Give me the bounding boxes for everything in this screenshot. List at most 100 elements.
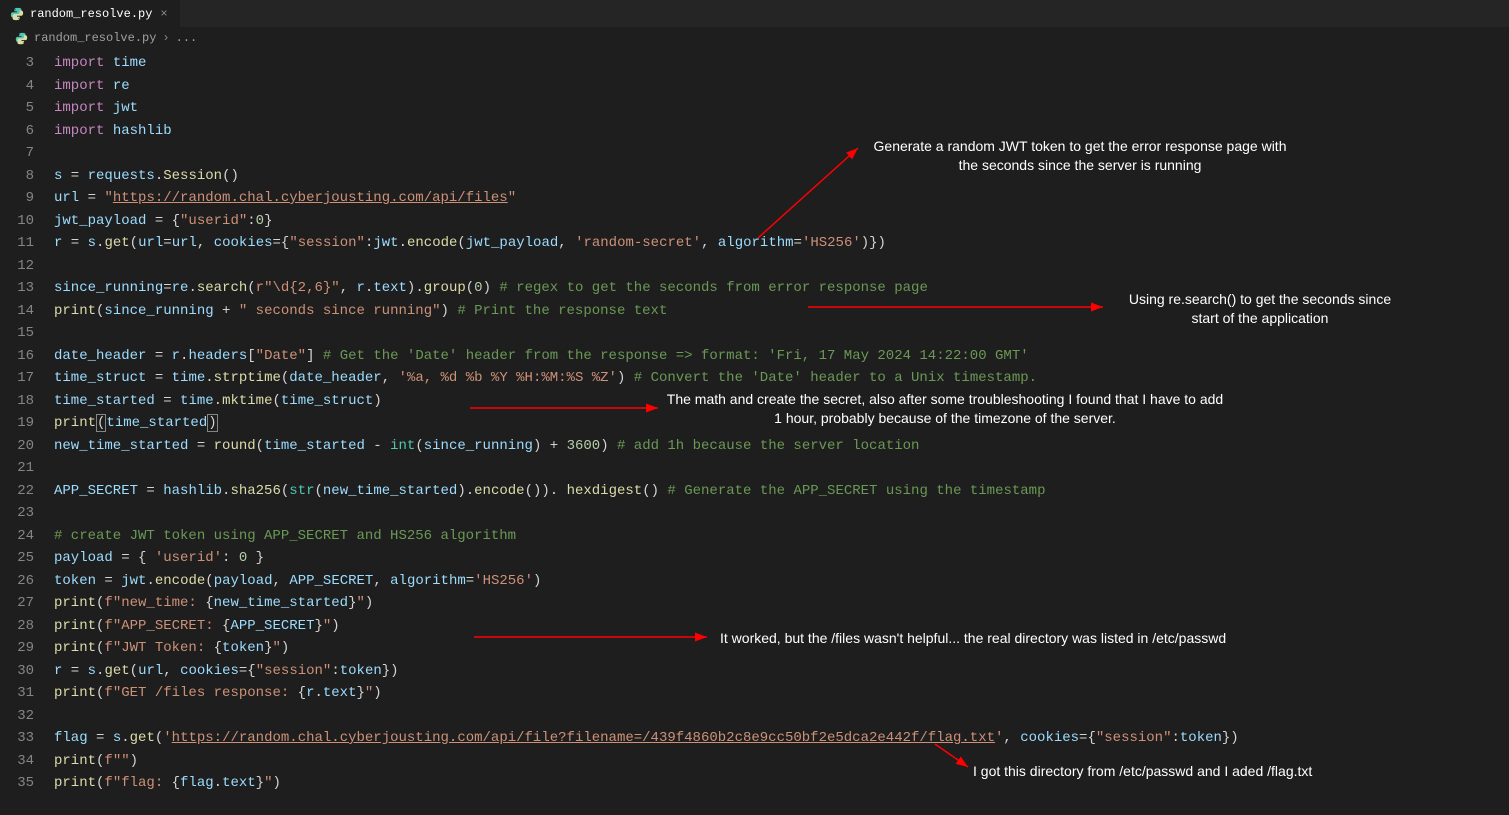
code-line[interactable]: 32	[0, 705, 1509, 728]
code-content[interactable]: # create JWT token using APP_SECRET and …	[54, 525, 1509, 548]
line-number: 5	[0, 97, 54, 120]
code-editor[interactable]: 3import time4import re5import jwt6import…	[0, 48, 1509, 795]
code-content[interactable]: flag = s.get('https://random.chal.cyberj…	[54, 727, 1509, 750]
line-number: 31	[0, 682, 54, 705]
code-content[interactable]: r = s.get(url=url, cookies={"session":jw…	[54, 232, 1509, 255]
line-number: 28	[0, 615, 54, 638]
line-number: 32	[0, 705, 54, 728]
code-line[interactable]: 20new_time_started = round(time_started …	[0, 435, 1509, 458]
code-line[interactable]: 14print(since_running + " seconds since …	[0, 300, 1509, 323]
code-content[interactable]: APP_SECRET = hashlib.sha256(str(new_time…	[54, 480, 1509, 503]
line-number: 17	[0, 367, 54, 390]
python-file-icon	[10, 7, 24, 21]
code-content[interactable]: since_running=re.search(r"\d{2,6}", r.te…	[54, 277, 1509, 300]
code-line[interactable]: 5import jwt	[0, 97, 1509, 120]
code-line[interactable]: 22APP_SECRET = hashlib.sha256(str(new_ti…	[0, 480, 1509, 503]
code-content[interactable]: import jwt	[54, 97, 1509, 120]
code-content[interactable]	[54, 322, 1509, 345]
line-number: 13	[0, 277, 54, 300]
code-content[interactable]: new_time_started = round(time_started - …	[54, 435, 1509, 458]
code-content[interactable]: jwt_payload = {"userid":0}	[54, 210, 1509, 233]
code-content[interactable]: import re	[54, 75, 1509, 98]
line-number: 9	[0, 187, 54, 210]
code-line[interactable]: 18time_started = time.mktime(time_struct…	[0, 390, 1509, 413]
code-line[interactable]: 28print(f"APP_SECRET: {APP_SECRET}")	[0, 615, 1509, 638]
code-content[interactable]: time_struct = time.strptime(date_header,…	[54, 367, 1509, 390]
editor-tab-active[interactable]: random_resolve.py ×	[0, 0, 181, 27]
code-line[interactable]: 17time_struct = time.strptime(date_heade…	[0, 367, 1509, 390]
code-content[interactable]: print(f"GET /files response: {r.text}")	[54, 682, 1509, 705]
code-line[interactable]: 33flag = s.get('https://random.chal.cybe…	[0, 727, 1509, 750]
line-number: 22	[0, 480, 54, 503]
line-number: 19	[0, 412, 54, 435]
code-content[interactable]: print(f"flag: {flag.text}")	[54, 772, 1509, 795]
line-number: 16	[0, 345, 54, 368]
code-content[interactable]	[54, 142, 1509, 165]
code-line[interactable]: 35print(f"flag: {flag.text}")	[0, 772, 1509, 795]
code-line[interactable]: 27print(f"new_time: {new_time_started}")	[0, 592, 1509, 615]
line-number: 15	[0, 322, 54, 345]
code-line[interactable]: 26token = jwt.encode(payload, APP_SECRET…	[0, 570, 1509, 593]
code-line[interactable]: 4import re	[0, 75, 1509, 98]
line-number: 6	[0, 120, 54, 143]
breadcrumb[interactable]: random_resolve.py › ...	[0, 28, 1509, 48]
line-number: 18	[0, 390, 54, 413]
code-content[interactable]	[54, 457, 1509, 480]
code-content[interactable]: print(f"APP_SECRET: {APP_SECRET}")	[54, 615, 1509, 638]
code-content[interactable]: s = requests.Session()	[54, 165, 1509, 188]
code-content[interactable]: token = jwt.encode(payload, APP_SECRET, …	[54, 570, 1509, 593]
code-content[interactable]: date_header = r.headers["Date"] # Get th…	[54, 345, 1509, 368]
code-content[interactable]: print(f"JWT Token: {token}")	[54, 637, 1509, 660]
breadcrumb-current: ...	[176, 31, 198, 45]
line-number: 24	[0, 525, 54, 548]
code-content[interactable]: print(f"")	[54, 750, 1509, 773]
line-number: 25	[0, 547, 54, 570]
code-line[interactable]: 7	[0, 142, 1509, 165]
line-number: 34	[0, 750, 54, 773]
code-line[interactable]: 6import hashlib	[0, 120, 1509, 143]
code-line[interactable]: 9url = "https://random.chal.cyberjoustin…	[0, 187, 1509, 210]
line-number: 7	[0, 142, 54, 165]
code-content[interactable]: url = "https://random.chal.cyberjousting…	[54, 187, 1509, 210]
code-line[interactable]: 31print(f"GET /files response: {r.text}"…	[0, 682, 1509, 705]
python-file-icon	[14, 31, 28, 45]
code-line[interactable]: 10jwt_payload = {"userid":0}	[0, 210, 1509, 233]
line-number: 21	[0, 457, 54, 480]
code-line[interactable]: 23	[0, 502, 1509, 525]
close-icon[interactable]: ×	[158, 7, 169, 21]
code-content[interactable]: print(time_started)	[54, 412, 1509, 435]
code-content[interactable]: print(f"new_time: {new_time_started}")	[54, 592, 1509, 615]
code-content[interactable]: time_started = time.mktime(time_struct)	[54, 390, 1509, 413]
breadcrumb-file: random_resolve.py	[34, 31, 156, 45]
line-number: 23	[0, 502, 54, 525]
line-number: 30	[0, 660, 54, 683]
code-line[interactable]: 13since_running=re.search(r"\d{2,6}", r.…	[0, 277, 1509, 300]
line-number: 29	[0, 637, 54, 660]
code-content[interactable]: import time	[54, 52, 1509, 75]
code-line[interactable]: 11r = s.get(url=url, cookies={"session":…	[0, 232, 1509, 255]
code-content[interactable]: r = s.get(url, cookies={"session":token}…	[54, 660, 1509, 683]
line-number: 26	[0, 570, 54, 593]
tab-filename: random_resolve.py	[30, 7, 152, 21]
code-content[interactable]	[54, 255, 1509, 278]
chevron-right-icon: ›	[162, 31, 169, 45]
code-line[interactable]: 24# create JWT token using APP_SECRET an…	[0, 525, 1509, 548]
code-content[interactable]	[54, 502, 1509, 525]
code-line[interactable]: 3import time	[0, 52, 1509, 75]
code-line[interactable]: 15	[0, 322, 1509, 345]
code-line[interactable]: 12	[0, 255, 1509, 278]
code-content[interactable]: payload = { 'userid': 0 }	[54, 547, 1509, 570]
line-number: 3	[0, 52, 54, 75]
code-line[interactable]: 25payload = { 'userid': 0 }	[0, 547, 1509, 570]
code-line[interactable]: 30r = s.get(url, cookies={"session":toke…	[0, 660, 1509, 683]
line-number: 4	[0, 75, 54, 98]
code-line[interactable]: 34print(f"")	[0, 750, 1509, 773]
code-line[interactable]: 19print(time_started)	[0, 412, 1509, 435]
code-content[interactable]	[54, 705, 1509, 728]
code-line[interactable]: 8s = requests.Session()	[0, 165, 1509, 188]
code-line[interactable]: 16date_header = r.headers["Date"] # Get …	[0, 345, 1509, 368]
code-line[interactable]: 21	[0, 457, 1509, 480]
code-line[interactable]: 29print(f"JWT Token: {token}")	[0, 637, 1509, 660]
code-content[interactable]: print(since_running + " seconds since ru…	[54, 300, 1509, 323]
code-content[interactable]: import hashlib	[54, 120, 1509, 143]
